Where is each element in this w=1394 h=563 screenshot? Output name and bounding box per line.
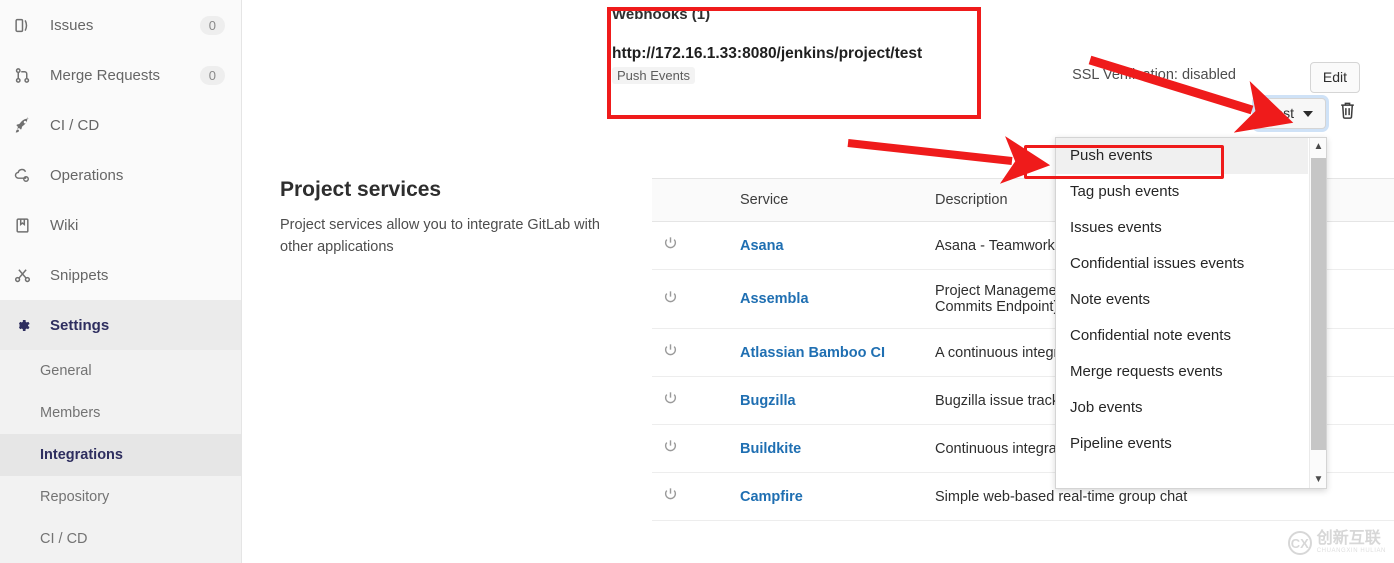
service-link[interactable]: Atlassian Bamboo CI — [740, 345, 885, 361]
dropdown-item[interactable]: Tag push events — [1056, 174, 1308, 210]
service-toggle-cell[interactable] — [652, 376, 730, 425]
service-toggle-cell[interactable] — [652, 269, 730, 329]
scissors-icon — [14, 265, 36, 285]
power-icon[interactable] — [662, 342, 679, 363]
watermark: CX 创新互联 CHUANGXIN HULIAN — [1287, 530, 1386, 555]
dropdown-item[interactable]: Confidential note events — [1056, 318, 1308, 354]
sidebar: Issues 0 Merge Requests 0 CI / CD Operat… — [0, 0, 242, 563]
power-icon[interactable] — [662, 486, 679, 507]
sidebar-item-label: Operations — [50, 166, 124, 184]
sidebar-item-wiki[interactable]: Wiki — [0, 200, 241, 250]
watermark-logo-icon: CX — [1287, 531, 1312, 555]
book-icon — [14, 215, 36, 235]
edit-button[interactable]: Edit — [1309, 62, 1360, 93]
watermark-text-en: CHUANGXIN HULIAN — [1316, 548, 1386, 554]
issues-icon — [14, 15, 36, 35]
service-name-cell: Buildkite — [730, 424, 925, 473]
sidebar-item-settings[interactable]: Settings — [0, 300, 241, 350]
service-toggle-cell[interactable] — [652, 221, 730, 270]
power-icon[interactable] — [662, 438, 679, 459]
sidebar-item-label: Wiki — [50, 216, 79, 234]
power-icon[interactable] — [662, 289, 679, 310]
test-dropdown-button[interactable]: Test — [1255, 98, 1326, 129]
dropdown-item[interactable]: Note events — [1056, 282, 1308, 318]
service-name-cell: Atlassian Bamboo CI — [730, 328, 925, 377]
sidebar-item-label: Snippets — [50, 266, 109, 284]
sidebar-item-operations[interactable]: Operations — [0, 150, 241, 200]
sidebar-item-merge-requests[interactable]: Merge Requests 0 — [0, 50, 241, 100]
dropdown-item[interactable]: Push events — [1056, 138, 1308, 174]
sidebar-item-general[interactable]: General — [0, 350, 241, 392]
power-icon[interactable] — [662, 390, 679, 411]
dropdown-item[interactable]: Issues events — [1056, 210, 1308, 246]
sidebar-item-integrations[interactable]: Integrations — [0, 434, 241, 476]
service-link[interactable]: Buildkite — [740, 441, 801, 457]
sidebar-item-label: Settings — [50, 316, 110, 334]
chevron-down-icon — [1303, 110, 1313, 117]
webhook-events-badge: Push Events — [612, 67, 695, 84]
dropdown-item[interactable]: Job events — [1056, 390, 1308, 426]
page-title: Project services — [280, 178, 442, 201]
issues-count-badge: 0 — [199, 15, 225, 35]
dropdown-item[interactable]: Pipeline events — [1056, 426, 1308, 462]
column-header-service: Service — [730, 178, 925, 222]
power-icon[interactable] — [662, 235, 679, 256]
column-header-icon — [652, 178, 730, 222]
service-toggle-cell[interactable] — [652, 472, 730, 521]
delete-webhook-button[interactable] — [1338, 100, 1360, 124]
dropdown-item[interactable]: Merge requests events — [1056, 354, 1308, 390]
page-description: Project services allow you to integrate … — [280, 217, 600, 255]
gear-icon — [14, 315, 36, 335]
merge-request-icon — [14, 65, 36, 85]
service-link[interactable]: Campfire — [740, 489, 803, 505]
ssl-verification-status: SSL Verification: disabled — [1072, 67, 1236, 83]
dropdown-item-clipped[interactable] — [1056, 462, 1308, 476]
project-services-header: Project services Project services allow … — [280, 178, 610, 258]
service-name-cell: Bugzilla — [730, 376, 925, 425]
sidebar-item-snippets[interactable]: Snippets — [0, 250, 241, 300]
scrollbar-thumb[interactable] — [1311, 158, 1326, 450]
service-link[interactable]: Assembla — [740, 291, 809, 307]
merge-requests-count-badge: 0 — [199, 65, 225, 85]
settings-subnav: General Members Integrations Repository … — [0, 350, 241, 563]
service-name-cell: Campfire — [730, 472, 925, 521]
rocket-icon — [14, 115, 36, 135]
webhook-panel: Webhooks (1) http://172.16.1.33:8080/jen… — [612, 6, 962, 85]
test-button-label: Test — [1268, 105, 1294, 121]
service-name-cell: Assembla — [730, 269, 925, 329]
sidebar-item-issues[interactable]: Issues 0 — [0, 0, 241, 50]
cloud-gear-icon — [14, 165, 36, 185]
sidebar-item-ci-cd[interactable]: CI / CD — [0, 100, 241, 150]
test-events-dropdown-menu[interactable]: Push events Tag push events Issues events C… — [1055, 137, 1327, 489]
service-link[interactable]: Bugzilla — [740, 393, 796, 409]
service-toggle-cell[interactable] — [652, 424, 730, 473]
service-name-cell: Asana — [730, 221, 925, 270]
chevron-up-icon[interactable]: ▲ — [1310, 138, 1326, 155]
chevron-down-icon[interactable]: ▼ — [1310, 471, 1326, 488]
dropdown-item[interactable]: Confidential issues events — [1056, 246, 1308, 282]
webhooks-heading: Webhooks (1) — [612, 6, 711, 23]
sidebar-item-label: Issues — [50, 16, 94, 34]
sidebar-item-repository[interactable]: Repository — [0, 476, 241, 518]
service-link[interactable]: Asana — [740, 238, 784, 254]
sidebar-item-members[interactable]: Members — [0, 392, 241, 434]
sidebar-item-label: CI / CD — [50, 116, 100, 134]
dropdown-scrollbar[interactable]: ▲ ▼ — [1309, 138, 1326, 488]
watermark-text-cn: 创新互联 — [1316, 530, 1381, 547]
dropdown-item-list: Push events Tag push events Issues events C… — [1056, 138, 1308, 476]
webhook-url-link[interactable]: http://172.16.1.33:8080/jenkins/project/… — [612, 45, 962, 63]
sidebar-item-ci-cd-settings[interactable]: CI / CD — [0, 518, 241, 560]
sidebar-item-label: Merge Requests — [50, 66, 161, 84]
service-toggle-cell[interactable] — [652, 328, 730, 377]
